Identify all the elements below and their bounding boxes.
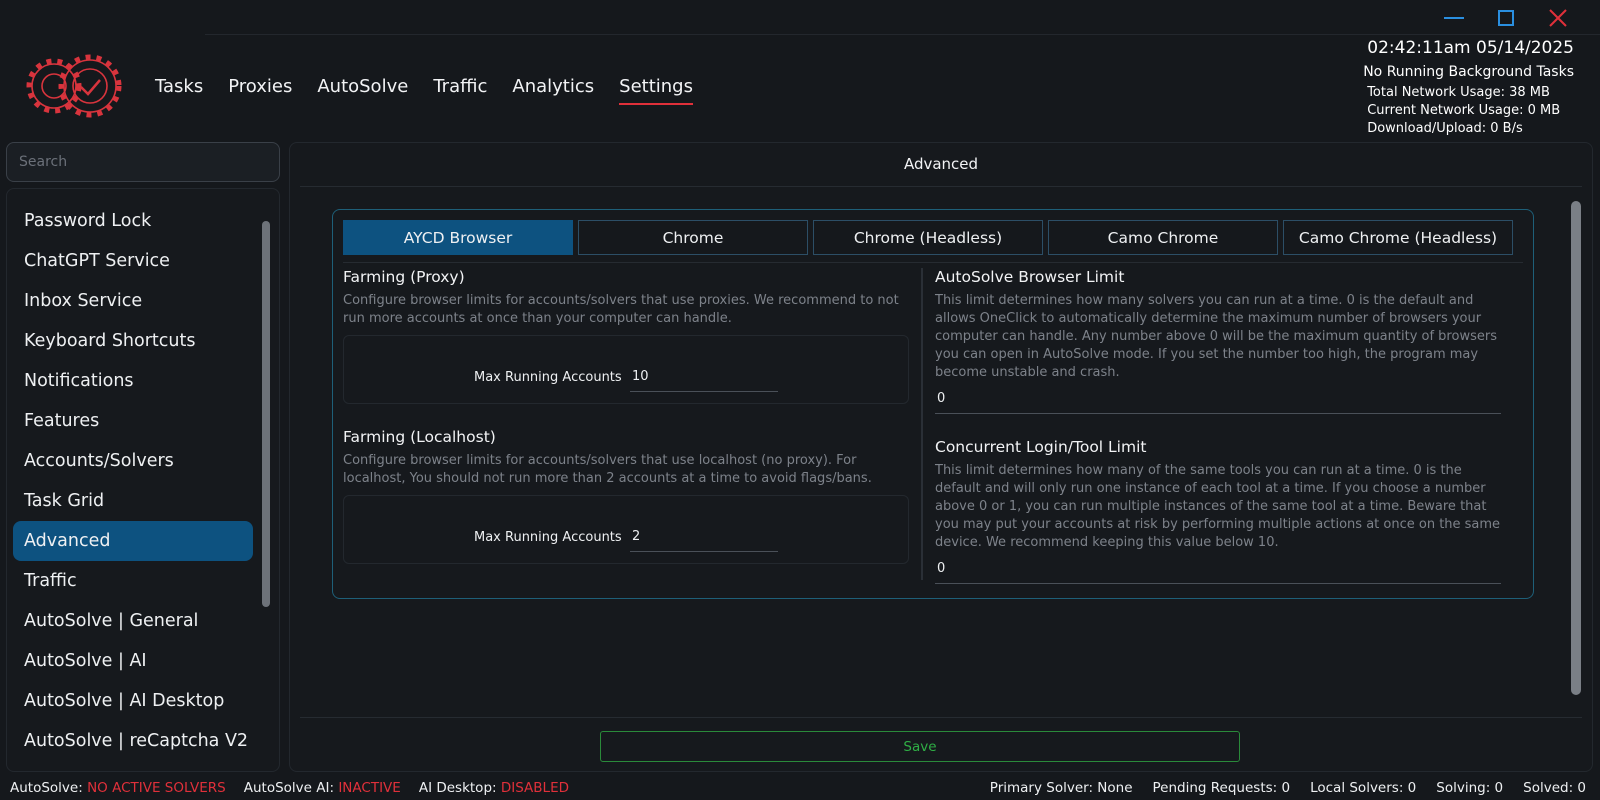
nav-traffic[interactable]: Traffic (433, 76, 487, 103)
autosolve-browser-limit-description: This limit determines how many solvers y… (935, 293, 1497, 380)
nav-settings[interactable]: Settings (619, 76, 693, 105)
nav-tasks[interactable]: Tasks (155, 76, 203, 103)
sidebar-item-traffic[interactable]: Traffic (13, 561, 253, 601)
autosolve-ai-status: AutoSolve AI: INACTIVE (244, 780, 401, 796)
main-nav: Tasks Proxies AutoSolve Traffic Analytic… (155, 76, 718, 105)
minimize-icon (1444, 17, 1464, 19)
window-controls (1428, 6, 1584, 30)
max-running-accounts-label: Max Running Accounts (474, 530, 622, 545)
sidebar-item-password-lock[interactable]: Password Lock (13, 201, 253, 241)
local-solvers: Local Solvers: 0 (1310, 780, 1417, 796)
tabs-divider (343, 262, 1523, 263)
ai-desktop-status-value: DISABLED (500, 780, 569, 796)
sidebar-item-autosolve-recaptcha-v2[interactable]: AutoSolve | reCaptcha V2 (13, 721, 253, 761)
sidebar-list: Password Lock ChatGPT Service Inbox Serv… (13, 201, 253, 761)
limits-column: AutoSolve Browser Limit This limit deter… (935, 266, 1501, 584)
status-bar-left: AutoSolve: NO ACTIVE SOLVERS AutoSolve A… (10, 780, 569, 796)
autosolve-ai-status-value: INACTIVE (338, 780, 401, 796)
status-bar: AutoSolve: NO ACTIVE SOLVERS AutoSolve A… (0, 776, 1600, 800)
sidebar-item-chatgpt-service[interactable]: ChatGPT Service (13, 241, 253, 281)
farming-proxy-description: Configure browser limits for accounts/so… (343, 293, 899, 326)
app-logo-gears-icon (26, 54, 122, 118)
sidebar-item-accounts-solvers[interactable]: Accounts/Solvers (13, 441, 253, 481)
max-running-accounts-label: Max Running Accounts (474, 370, 622, 385)
sidebar-item-keyboard-shortcuts[interactable]: Keyboard Shortcuts (13, 321, 253, 361)
ai-desktop-status: AI Desktop: DISABLED (419, 780, 569, 796)
sidebar-item-autosolve-ai[interactable]: AutoSolve | AI (13, 641, 253, 681)
concurrent-login-tool-limit-input[interactable] (935, 554, 1501, 584)
settings-sidebar: Password Lock ChatGPT Service Inbox Serv… (6, 188, 280, 772)
main-scrollbar[interactable] (1571, 201, 1581, 695)
farming-localhost-field-box: Max Running Accounts (343, 495, 909, 564)
sidebar-item-notifications[interactable]: Notifications (13, 361, 253, 401)
sidebar-scrollbar[interactable] (262, 221, 270, 607)
current-network-usage: Current Network Usage: 0 MB (1367, 103, 1561, 118)
sidebar-item-task-grid[interactable]: Task Grid (13, 481, 253, 521)
tab-chrome[interactable]: Chrome (578, 220, 808, 255)
maximize-icon (1498, 10, 1514, 26)
farming-localhost-description: Configure browser limits for accounts/so… (343, 453, 872, 486)
status-panel: 02:42:11am 05/14/2025 No Running Backgro… (1363, 38, 1574, 138)
proxy-max-running-accounts-input[interactable] (630, 362, 778, 392)
sidebar-item-autosolve-ai-desktop[interactable]: AutoSolve | AI Desktop (13, 681, 253, 721)
sidebar-item-inbox-service[interactable]: Inbox Service (13, 281, 253, 321)
farming-column: Farming (Proxy) Configure browser limits… (343, 266, 909, 564)
autosolve-ai-status-label: AutoSolve AI: (243, 780, 335, 796)
autosolve-status-value: NO ACTIVE SOLVERS (87, 780, 226, 796)
settings-main-panel: Advanced AYCD Browser Chrome Chrome (Hea… (289, 142, 1593, 772)
page-title: Advanced (903, 155, 979, 173)
farming-proxy-field-box: Max Running Accounts (343, 335, 909, 404)
sidebar-item-autosolve-general[interactable]: AutoSolve | General (13, 601, 253, 641)
close-icon (1549, 9, 1567, 27)
background-tasks-status: No Running Background Tasks (1363, 64, 1574, 80)
primary-solver: Primary Solver: None (989, 780, 1133, 796)
browser-settings-panel: AYCD Browser Chrome Chrome (Headless) Ca… (332, 209, 1534, 599)
nav-autosolve[interactable]: AutoSolve (317, 76, 408, 103)
nav-analytics[interactable]: Analytics (512, 76, 594, 103)
title-bar-divider (205, 34, 1600, 35)
pending-requests: Pending Requests: 0 (1152, 780, 1291, 796)
browser-tabs: AYCD Browser Chrome Chrome (Headless) Ca… (343, 220, 1513, 255)
ai-desktop-status-label: AI Desktop: (418, 780, 497, 796)
tab-aycd-browser[interactable]: AYCD Browser (343, 220, 573, 255)
maximize-button[interactable] (1480, 6, 1532, 30)
farming-localhost-title: Farming (Localhost) (343, 428, 496, 446)
sidebar-item-features[interactable]: Features (13, 401, 253, 441)
clock: 02:42:11am 05/14/2025 (1367, 38, 1574, 58)
solving-count: Solving: 0 (1436, 780, 1504, 796)
farming-proxy-title: Farming (Proxy) (343, 268, 465, 286)
minimize-button[interactable] (1428, 6, 1480, 30)
nav-proxies[interactable]: Proxies (228, 76, 292, 103)
tab-chrome-headless[interactable]: Chrome (Headless) (813, 220, 1043, 255)
total-network-usage: Total Network Usage: 38 MB (1367, 85, 1550, 100)
save-button[interactable]: Save (600, 731, 1240, 762)
column-divider (921, 268, 923, 580)
concurrent-login-tool-limit-description: This limit determines how many of the sa… (935, 463, 1501, 550)
tab-camo-chrome-headless[interactable]: Camo Chrome (Headless) (1283, 220, 1513, 255)
solved-count: Solved: 0 (1523, 780, 1586, 796)
concurrent-login-tool-limit-title: Concurrent Login/Tool Limit (935, 438, 1147, 456)
status-bar-right: Primary Solver: None Pending Requests: 0… (990, 780, 1586, 796)
search-input[interactable] (6, 142, 280, 182)
autosolve-browser-limit-input[interactable] (935, 384, 1501, 414)
tab-camo-chrome[interactable]: Camo Chrome (1048, 220, 1278, 255)
autosolve-browser-limit-title: AutoSolve Browser Limit (935, 268, 1125, 286)
localhost-max-running-accounts-input[interactable] (630, 522, 778, 552)
autosolve-status-label: AutoSolve: (10, 780, 83, 796)
close-button[interactable] (1532, 6, 1584, 30)
title-divider (300, 186, 1582, 187)
footer-divider (300, 717, 1582, 718)
sidebar-item-advanced[interactable]: Advanced (13, 521, 253, 561)
autosolve-status: AutoSolve: NO ACTIVE SOLVERS (10, 780, 226, 796)
download-upload: Download/Upload: 0 B/s (1367, 121, 1523, 136)
